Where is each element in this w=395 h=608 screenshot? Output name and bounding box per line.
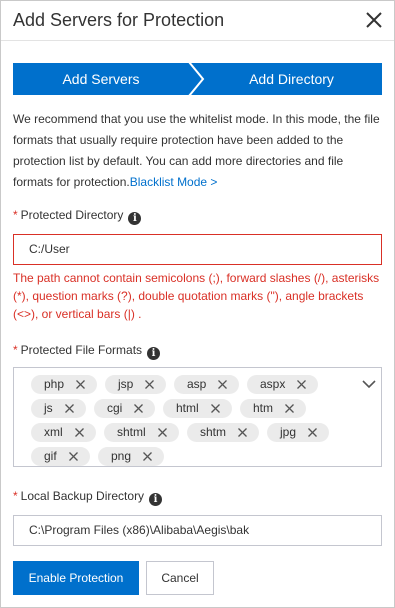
required-mark: * <box>13 343 18 357</box>
add-servers-dialog: Add Servers for Protection Add Servers A… <box>0 0 395 608</box>
format-tag-label: php <box>44 377 65 391</box>
format-tag: png <box>98 447 164 466</box>
format-tag-label: jpg <box>280 425 297 439</box>
backup-directory-label: * Local Backup Directory i <box>13 489 163 506</box>
format-tag-label: cgi <box>107 401 123 415</box>
cancel-button[interactable]: Cancel <box>146 561 214 595</box>
format-tag: aspx <box>247 375 318 394</box>
blacklist-mode-link[interactable]: Blacklist Mode > <box>130 175 218 189</box>
protected-directory-label: * Protected Directory i <box>13 208 142 225</box>
info-icon[interactable]: i <box>149 493 163 506</box>
format-tag: xml <box>31 423 96 442</box>
remove-tag-icon[interactable] <box>297 380 306 389</box>
format-tag-label: shtm <box>200 425 227 439</box>
remove-tag-icon[interactable] <box>308 428 317 437</box>
remove-tag-icon[interactable] <box>65 404 74 413</box>
format-tag: cgi <box>94 399 155 418</box>
format-tag: jsp <box>105 375 166 394</box>
intro-text-block: We recommend that you use the whitelist … <box>13 109 385 193</box>
file-formats-select[interactable]: php jsp asp aspx js cgi html htm xml sht… <box>13 367 382 467</box>
remove-tag-icon[interactable] <box>238 428 247 437</box>
format-tag: php <box>31 375 97 394</box>
format-tag-label: asp <box>187 377 207 391</box>
format-tag: jpg <box>267 423 329 442</box>
format-tag-label: htm <box>253 401 274 415</box>
remove-tag-icon[interactable] <box>145 380 154 389</box>
backup-directory-label-text: Local Backup Directory <box>20 489 145 503</box>
format-tag: shtml <box>104 423 179 442</box>
close-icon[interactable] <box>363 9 385 31</box>
format-tag: shtm <box>187 423 259 442</box>
protected-directory-label-text: Protected Directory <box>20 208 124 222</box>
remove-tag-icon[interactable] <box>76 380 85 389</box>
step-add-directory: Add Directory <box>249 71 334 87</box>
remove-tag-icon[interactable] <box>143 452 152 461</box>
format-tag: asp <box>174 375 239 394</box>
format-tag: html <box>163 399 232 418</box>
required-mark: * <box>13 208 18 222</box>
backup-directory-input[interactable]: C:\Program Files (x86)\Alibaba\Aegis\bak <box>13 515 382 546</box>
file-formats-label-text: Protected File Formats <box>20 343 143 357</box>
file-formats-label: * Protected File Formats i <box>13 343 161 360</box>
dialog-header: Add Servers for Protection <box>1 1 394 41</box>
remove-tag-icon[interactable] <box>158 428 167 437</box>
format-tag-label: png <box>111 449 132 463</box>
remove-tag-icon[interactable] <box>211 404 220 413</box>
format-tag-label: gif <box>44 449 57 463</box>
info-icon[interactable]: i <box>147 347 161 360</box>
format-tag-label: js <box>44 401 53 415</box>
protected-directory-error: The path cannot contain semicolons (;), … <box>13 271 380 321</box>
remove-tag-icon[interactable] <box>285 404 294 413</box>
protected-directory-input[interactable]: C:/User <box>13 234 382 265</box>
enable-protection-button[interactable]: Enable Protection <box>13 561 139 595</box>
remove-tag-icon[interactable] <box>218 380 227 389</box>
remove-tag-icon[interactable] <box>134 404 143 413</box>
format-tag: htm <box>240 399 306 418</box>
required-mark: * <box>13 489 18 503</box>
chevron-down-icon[interactable] <box>362 380 376 389</box>
format-tag: js <box>31 399 86 418</box>
format-tag-label: jsp <box>118 377 134 391</box>
remove-tag-icon[interactable] <box>75 428 84 437</box>
format-tag-label: aspx <box>260 377 286 391</box>
step-add-servers: Add Servers <box>62 71 140 87</box>
format-tag-label: html <box>176 401 199 415</box>
remove-tag-icon[interactable] <box>69 452 78 461</box>
format-tag-label: shtml <box>117 425 146 439</box>
format-tag-label: xml <box>44 425 63 439</box>
format-tag: gif <box>31 447 90 466</box>
step-indicator: Add Servers Add Directory <box>13 63 382 95</box>
dialog-title: Add Servers for Protection <box>13 10 225 30</box>
info-icon[interactable]: i <box>128 212 142 225</box>
